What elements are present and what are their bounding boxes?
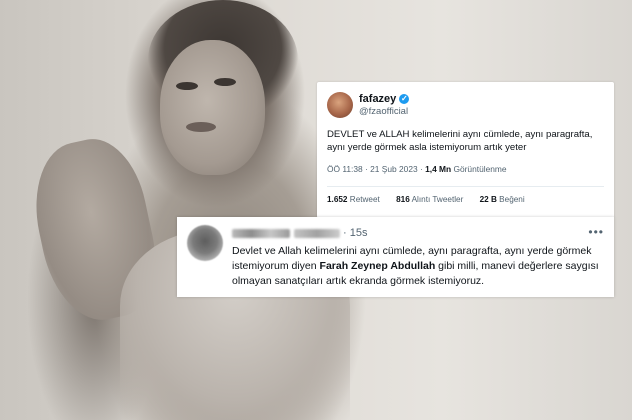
likes-label: Beğeni xyxy=(496,195,525,204)
photo-face xyxy=(160,40,265,175)
mentioned-name: Farah Zeynep Abdullah xyxy=(319,260,436,272)
blurred-display-name xyxy=(232,229,290,238)
display-name[interactable]: fafazey xyxy=(359,93,396,105)
verified-badge-icon: ✓ xyxy=(399,94,410,104)
retweets-count: 1.652 xyxy=(327,195,348,204)
tweet-stats: 1.652 Retweet 816 Alıntı Tweetler 22 B B… xyxy=(327,195,539,204)
user-handle[interactable]: @fzaofficial xyxy=(359,106,408,117)
tweet-text: Devlet ve Allah kelimelerini aynı cümled… xyxy=(232,244,607,289)
more-options-icon[interactable]: ••• xyxy=(588,225,604,239)
quotes-count: 816 xyxy=(396,195,410,204)
likes-stat[interactable]: 22 B Beğeni xyxy=(480,195,525,204)
likes-count: 22 B xyxy=(479,195,497,204)
views-label: Görüntülenme xyxy=(451,164,507,174)
tweet-author[interactable]: fafazey ✓ xyxy=(359,93,410,105)
tweet-card-main[interactable]: fafazey ✓ @fzaofficial DEVLET ve ALLAH ke… xyxy=(317,82,614,218)
blurred-handle xyxy=(294,229,340,238)
tweet-timestamp[interactable]: ÖÖ 11:38 · 21 Şub 2023 · xyxy=(327,164,425,174)
avatar[interactable] xyxy=(327,92,353,118)
retweets-stat[interactable]: 1.652 Retweet xyxy=(327,195,380,204)
photo-eye-left xyxy=(176,82,198,90)
tweet-text: DEVLET ve ALLAH kelimelerini aynı cümled… xyxy=(327,129,593,153)
photo-lips xyxy=(186,122,216,132)
quotes-stat[interactable]: 816 Alıntı Tweetler xyxy=(396,195,463,204)
tweet-time[interactable]: · 15s xyxy=(343,227,367,239)
photo-eye-right xyxy=(214,78,236,86)
views-count: 1,4 Mn xyxy=(425,164,452,174)
tweet-meta: ÖÖ 11:38 · 21 Şub 2023 · 1,4 Mn Görüntül… xyxy=(327,164,507,174)
retweets-label: Retweet xyxy=(347,195,380,204)
tweet-card-reply[interactable]: · 15s ••• Devlet ve Allah kelimelerini a… xyxy=(177,217,614,297)
divider xyxy=(327,186,604,187)
blurred-avatar[interactable] xyxy=(187,225,223,261)
quotes-label: Alıntı Tweetler xyxy=(409,195,464,204)
